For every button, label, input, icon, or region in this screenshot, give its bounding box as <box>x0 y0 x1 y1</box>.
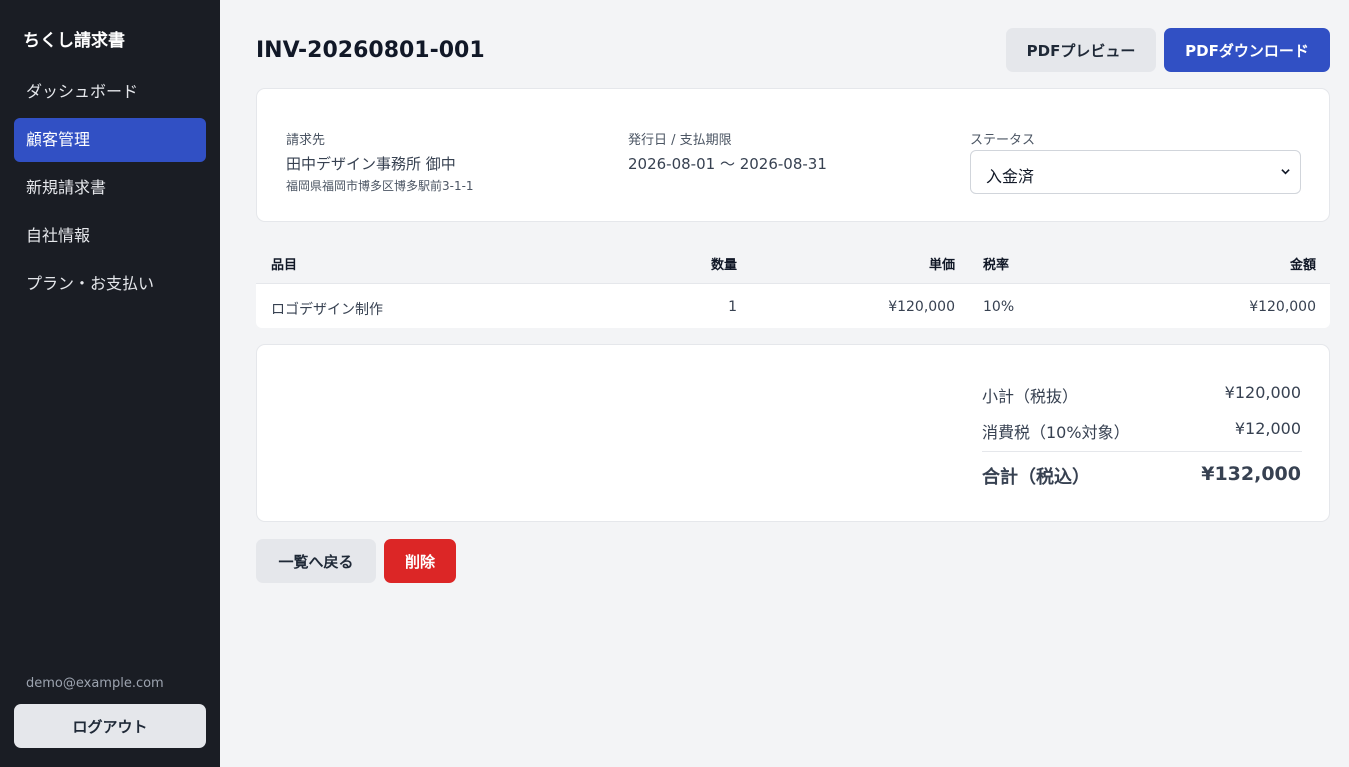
total-label: 合計（税込） <box>982 467 1090 488</box>
billing-name: 田中デザイン事務所 御中 <box>286 155 456 173</box>
cell-amount: ¥120,000 <box>1249 299 1316 315</box>
page-title: INV-20260801-001 <box>256 38 485 63</box>
sidebar-item-company-info[interactable]: 自社情報 <box>14 214 206 258</box>
header-tax-rate: 税率 <box>983 258 1010 273</box>
header-unit-price: 単価 <box>928 258 955 273</box>
cell-unit-price: ¥120,000 <box>888 299 955 315</box>
subtotal-label: 小計（税抜） <box>982 387 1079 406</box>
main-content: INV-20260801-001 PDFプレビュー PDFダウンロード 請求先 … <box>220 0 1349 767</box>
header-item: 品目 <box>271 258 298 273</box>
status-select[interactable]: 入金済 <box>970 150 1301 194</box>
status-selected-value: 入金済 <box>986 167 1035 186</box>
cell-tax-rate: 10% <box>983 299 1015 315</box>
app-brand: ちくし請求書 <box>23 31 125 51</box>
cell-qty: 1 <box>728 299 737 315</box>
header-amount: 金額 <box>1289 258 1316 273</box>
billing-label: 請求先 <box>286 133 326 148</box>
back-to-list-button[interactable]: 一覧へ戻る <box>256 539 376 583</box>
invoice-info-card: 請求先 田中デザイン事務所 御中 福岡県福岡市博多区博多駅前3-1-1 発行日 … <box>256 88 1330 222</box>
dates-label: 発行日 / 支払期限 <box>628 133 732 148</box>
sidebar-item-new-invoice[interactable]: 新規請求書 <box>14 166 206 210</box>
user-email: demo@example.com <box>26 676 164 691</box>
sidebar-item-plan-billing[interactable]: プラン・お支払い <box>14 262 206 306</box>
status-label: ステータス <box>970 133 1036 148</box>
cell-item: ロゴデザイン制作 <box>271 302 383 318</box>
summary-divider <box>982 451 1302 452</box>
chevron-down-icon <box>1281 169 1290 175</box>
tax-label: 消費税（10%対象） <box>982 423 1130 442</box>
billing-address: 福岡県福岡市博多区博多駅前3-1-1 <box>286 179 474 193</box>
total-value: ¥132,000 <box>1201 463 1301 485</box>
logout-button[interactable]: ログアウト <box>14 704 206 748</box>
delete-button[interactable]: 削除 <box>384 539 456 583</box>
sidebar-item-customers[interactable]: 顧客管理 <box>14 118 206 162</box>
summary-card: 小計（税抜） ¥120,000 消費税（10%対象） ¥12,000 合計（税込… <box>256 344 1330 522</box>
line-items-table: 品目 数量 単価 税率 金額 ロゴデザイン制作 1 ¥120,000 10% ¥… <box>256 240 1330 328</box>
sidebar: ちくし請求書 ダッシュボード 顧客管理 新規請求書 自社情報 プラン・お支払い … <box>0 0 220 767</box>
sidebar-nav: ダッシュボード 顧客管理 新規請求書 自社情報 プラン・お支払い <box>14 70 206 310</box>
pdf-download-button[interactable]: PDFダウンロード <box>1164 28 1330 72</box>
dates-value: 2026-08-01 〜 2026-08-31 <box>628 155 827 173</box>
subtotal-value: ¥120,000 <box>1224 383 1301 402</box>
sidebar-item-dashboard[interactable]: ダッシュボード <box>14 70 206 114</box>
header-qty: 数量 <box>710 258 737 273</box>
pdf-preview-button[interactable]: PDFプレビュー <box>1006 28 1156 72</box>
table-row: ロゴデザイン制作 1 ¥120,000 10% ¥120,000 <box>256 283 1330 328</box>
tax-value: ¥12,000 <box>1234 419 1301 438</box>
